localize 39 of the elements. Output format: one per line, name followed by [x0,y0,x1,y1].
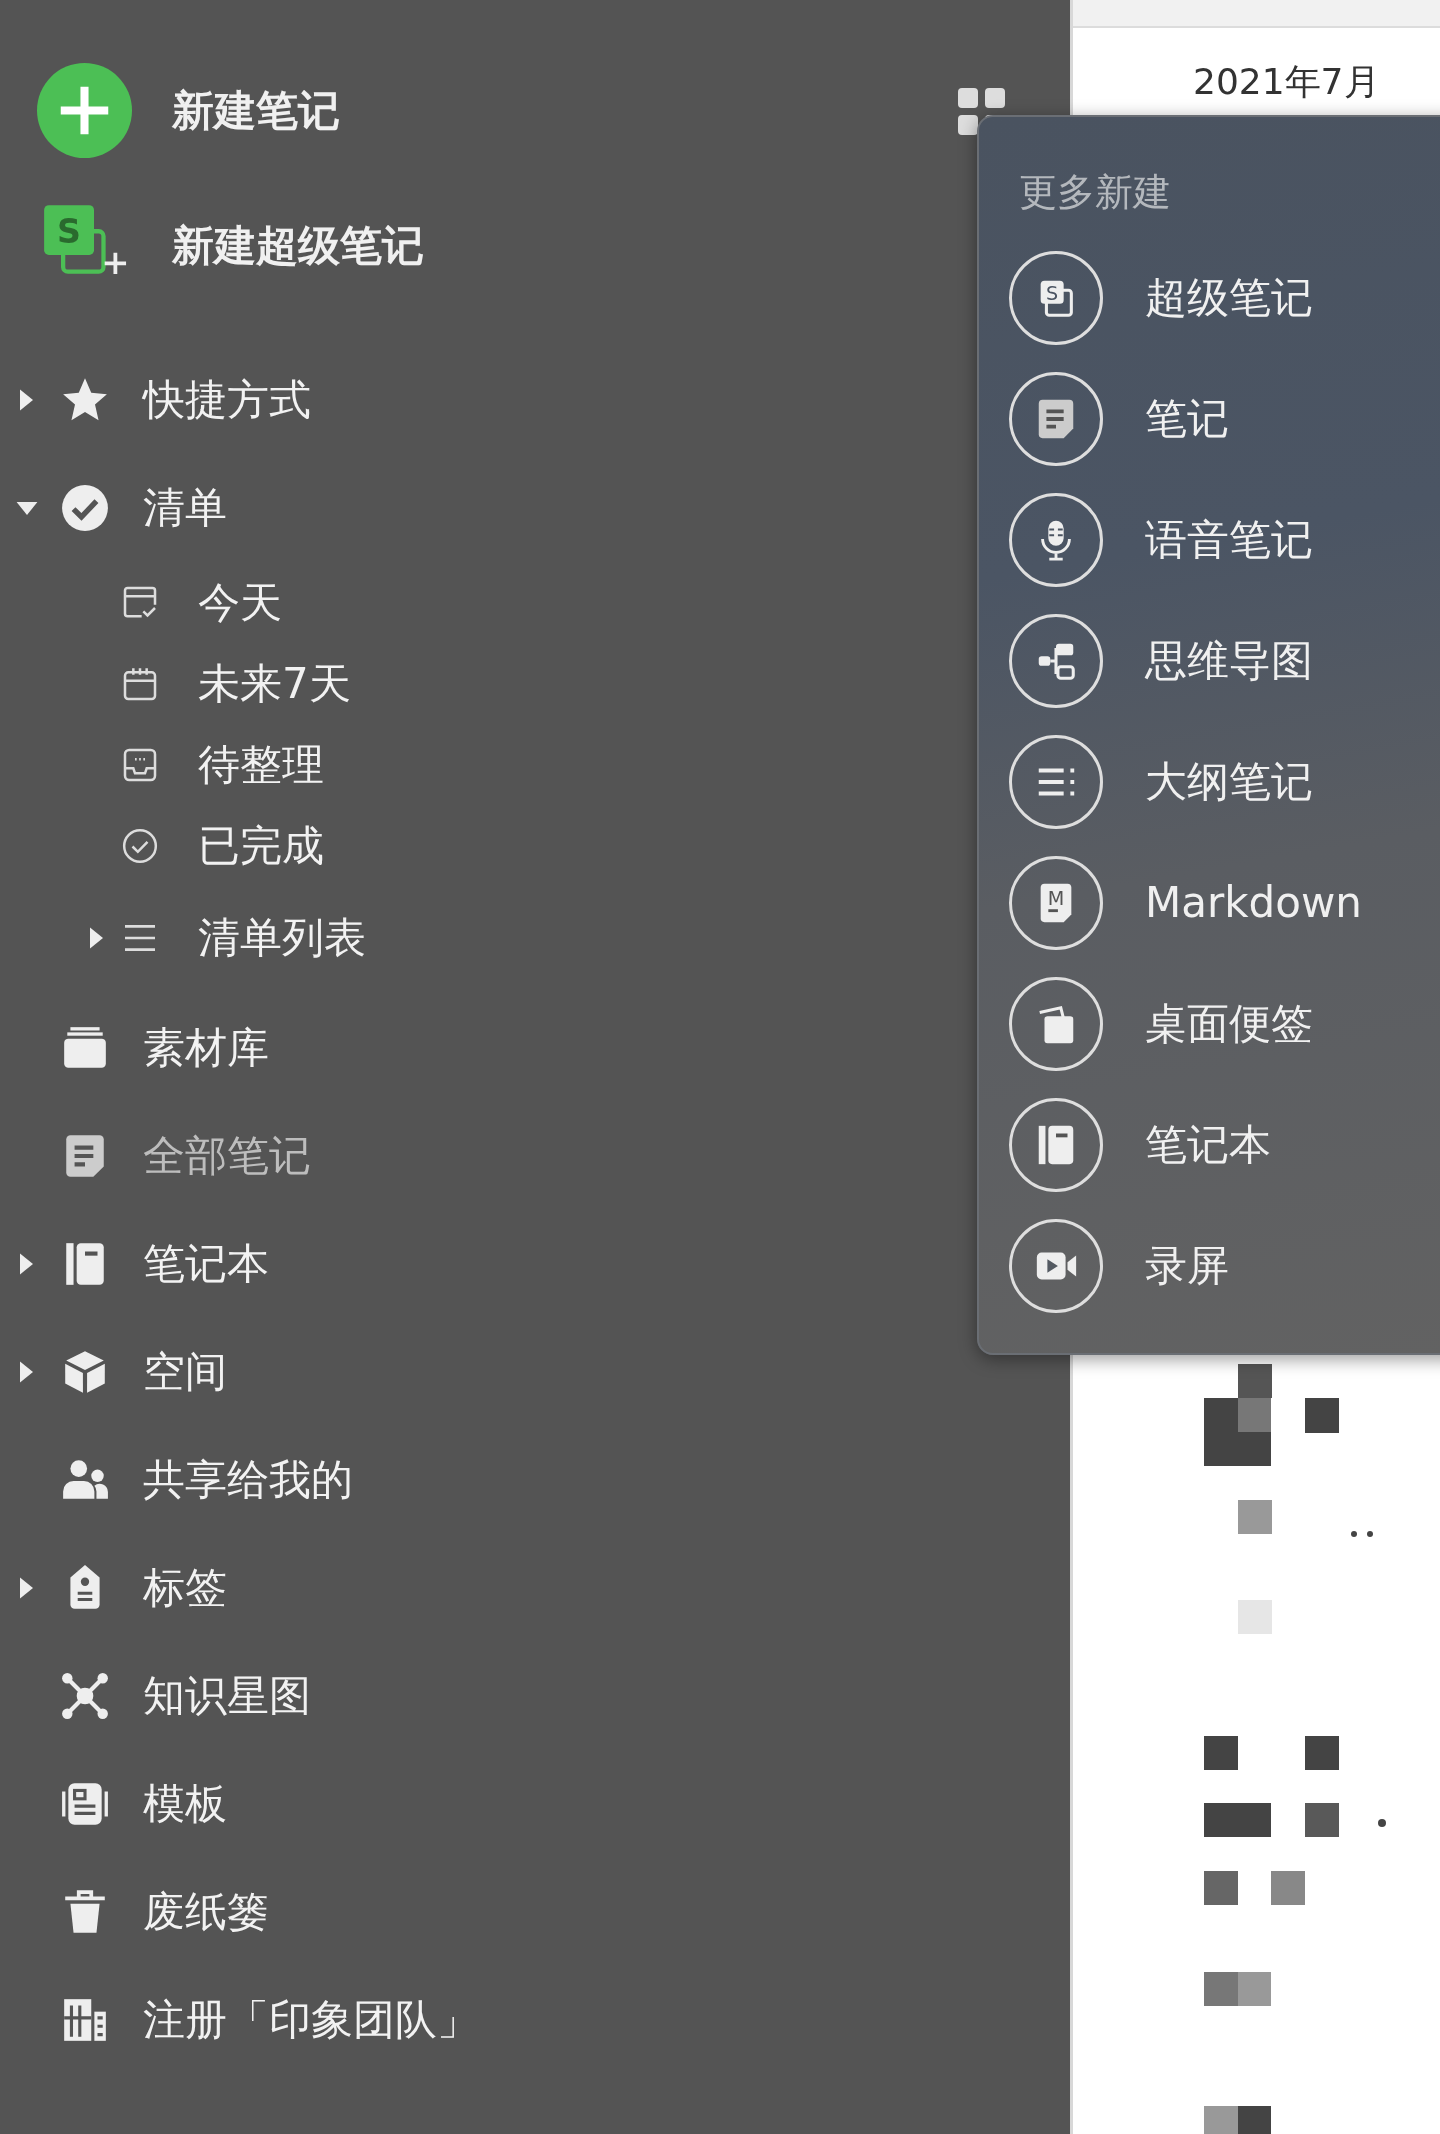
menu-item[interactable]: 思维导图 [1009,600,1313,721]
sidebar-item[interactable]: 笔记本 [0,1236,269,1292]
sidebar-item[interactable]: 已完成 [0,817,324,874]
new-note-button[interactable]: 新建笔记 [37,43,340,178]
menu-item[interactable]: 大纲笔记 [1009,721,1313,842]
sidebar-item[interactable]: 模板 [0,1776,227,1832]
sidebar-item[interactable]: 废纸篓 [0,1884,269,1940]
menu-item[interactable]: 笔记本 [1009,1084,1271,1205]
check-circle-icon [60,483,110,533]
caret-icon[interactable] [20,389,33,411]
sidebar-item[interactable]: 素材库 [0,1020,269,1076]
caret-icon[interactable] [20,1361,33,1383]
sidebar-item[interactable]: 标签 [0,1560,227,1616]
sidebar-item[interactable]: 待整理 [0,736,324,793]
caret-icon[interactable] [20,1577,33,1599]
sidebar-item[interactable]: 空间 [0,1344,227,1400]
graph-icon [60,1671,110,1721]
caret-icon[interactable] [16,501,38,515]
menu-item[interactable]: 笔记 [1009,358,1229,479]
sidebar-item[interactable]: 今天 [0,574,282,631]
sidebar-item[interactable]: 注册「印象团队」 [0,1992,479,2048]
month-heading: 2021年7月 [1193,60,1380,104]
caret-icon[interactable] [90,926,103,949]
sidebar-item[interactable]: 清单列表 [0,909,366,966]
menu-item[interactable]: 语音笔记 [1009,479,1313,600]
menu-item[interactable]: S 超级笔记 [1009,237,1313,358]
menu-item[interactable]: 桌面便签 [1009,963,1313,1084]
sidebar-item[interactable]: 共享给我的 [0,1452,353,1508]
plus-icon [37,63,132,158]
menu-item[interactable]: M Markdown [1009,842,1362,963]
sidebar-item[interactable]: 知识星图 [0,1668,311,1724]
sidebar-item[interactable]: 清单 [0,480,227,536]
caret-icon[interactable] [20,1253,33,1275]
sidebar-item[interactable]: 快捷方式 [0,372,311,428]
menu-title: 更多新建 [1018,169,1172,216]
new-note-button[interactable]: S 新建超级笔记 [37,178,424,313]
sidebar-item[interactable]: 全部笔记 [0,1128,311,1184]
sidebar-item[interactable]: 未来7天 [0,655,351,712]
menu-item[interactable]: 录屏 [1009,1205,1229,1326]
